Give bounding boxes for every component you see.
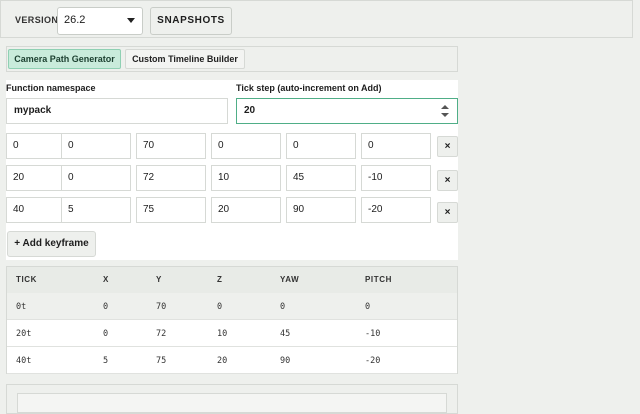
table-header: TICK X Y Z YAW PITCH [7, 267, 457, 294]
chevron-down-icon [127, 18, 135, 23]
table-cell: -10 [365, 329, 381, 339]
table-cell: 0t [16, 302, 27, 312]
tab-camera-path-generator[interactable]: Camera Path Generator [8, 49, 121, 69]
add-keyframe-button[interactable]: + Add keyframe [7, 231, 96, 257]
version-value: 26.2 [64, 14, 86, 26]
namespace-label: Function namespace [6, 83, 96, 93]
keyframe-yaw-input[interactable]: 0 [286, 133, 356, 159]
keyframe-y-input[interactable]: 70 [136, 133, 206, 159]
tick-step-input[interactable]: 20 [236, 98, 458, 124]
table-cell: 75 [156, 356, 167, 366]
table-cell: 20 [217, 356, 228, 366]
column-header-tick: TICK [16, 275, 38, 284]
column-header-z: Z [217, 275, 223, 284]
keyframe-table: TICK X Y Z YAW PITCH 0t 0 70 0 0 0 20t 0… [6, 266, 458, 374]
table-row: 20t 0 72 10 45 -10 [7, 320, 457, 347]
table-cell: 0 [217, 302, 223, 312]
tab-bar: Camera Path Generator Custom Timeline Bu… [6, 46, 458, 72]
table-row: 40t 5 75 20 90 -20 [7, 347, 457, 374]
keyframe-x-input[interactable]: 5 [61, 197, 131, 223]
version-select[interactable]: 26.2 [57, 7, 143, 35]
keyframe-yaw-input[interactable]: 45 [286, 165, 356, 191]
table-row: 0t 0 70 0 0 0 [7, 293, 457, 320]
table-cell: 0 [365, 302, 371, 312]
keyframe-y-input[interactable]: 72 [136, 165, 206, 191]
keyframe-z-input[interactable]: 10 [211, 165, 281, 191]
table-cell: 72 [156, 329, 167, 339]
keyframe-x-input[interactable]: 0 [61, 165, 131, 191]
keyframe-pitch-input[interactable]: 0 [361, 133, 431, 159]
column-header-y: Y [156, 275, 162, 284]
snapshots-button[interactable]: SNAPSHOTS [150, 7, 232, 35]
table-cell: 0 [280, 302, 286, 312]
output-box[interactable] [17, 393, 447, 413]
table-cell: 45 [280, 329, 291, 339]
table-cell: 20t [16, 329, 32, 339]
tick-step-value: 20 [244, 105, 256, 116]
table-cell: 10 [217, 329, 228, 339]
column-header-pitch: PITCH [365, 275, 392, 284]
namespace-input[interactable]: mypack [6, 98, 228, 124]
keyframe-z-input[interactable]: 20 [211, 197, 281, 223]
keyframe-yaw-input[interactable]: 90 [286, 197, 356, 223]
tab-custom-timeline-builder[interactable]: Custom Timeline Builder [125, 49, 245, 69]
keyframe-x-input[interactable]: 0 [61, 133, 131, 159]
table-cell: -20 [365, 356, 381, 366]
keyframe-y-input[interactable]: 75 [136, 197, 206, 223]
output-panel [6, 384, 458, 414]
keyframe-pitch-input[interactable]: -10 [361, 165, 431, 191]
tick-step-label: Tick step (auto-increment on Add) [236, 83, 382, 93]
delete-keyframe-button[interactable]: × [437, 136, 458, 157]
spinner-icon[interactable] [441, 104, 449, 118]
delete-keyframe-button[interactable]: × [437, 170, 458, 191]
table-cell: 40t [16, 356, 32, 366]
table-cell: 0 [103, 329, 109, 339]
table-cell: 90 [280, 356, 291, 366]
keyframe-z-input[interactable]: 0 [211, 133, 281, 159]
version-label: VERSION [15, 15, 59, 25]
column-header-yaw: YAW [280, 275, 300, 284]
table-cell: 5 [103, 356, 109, 366]
column-header-x: X [103, 275, 109, 284]
table-cell: 0 [103, 302, 109, 312]
table-cell: 70 [156, 302, 167, 312]
keyframe-pitch-input[interactable]: -20 [361, 197, 431, 223]
top-bar: VERSION 26.2 SNAPSHOTS [0, 0, 633, 38]
delete-keyframe-button[interactable]: × [437, 202, 458, 223]
